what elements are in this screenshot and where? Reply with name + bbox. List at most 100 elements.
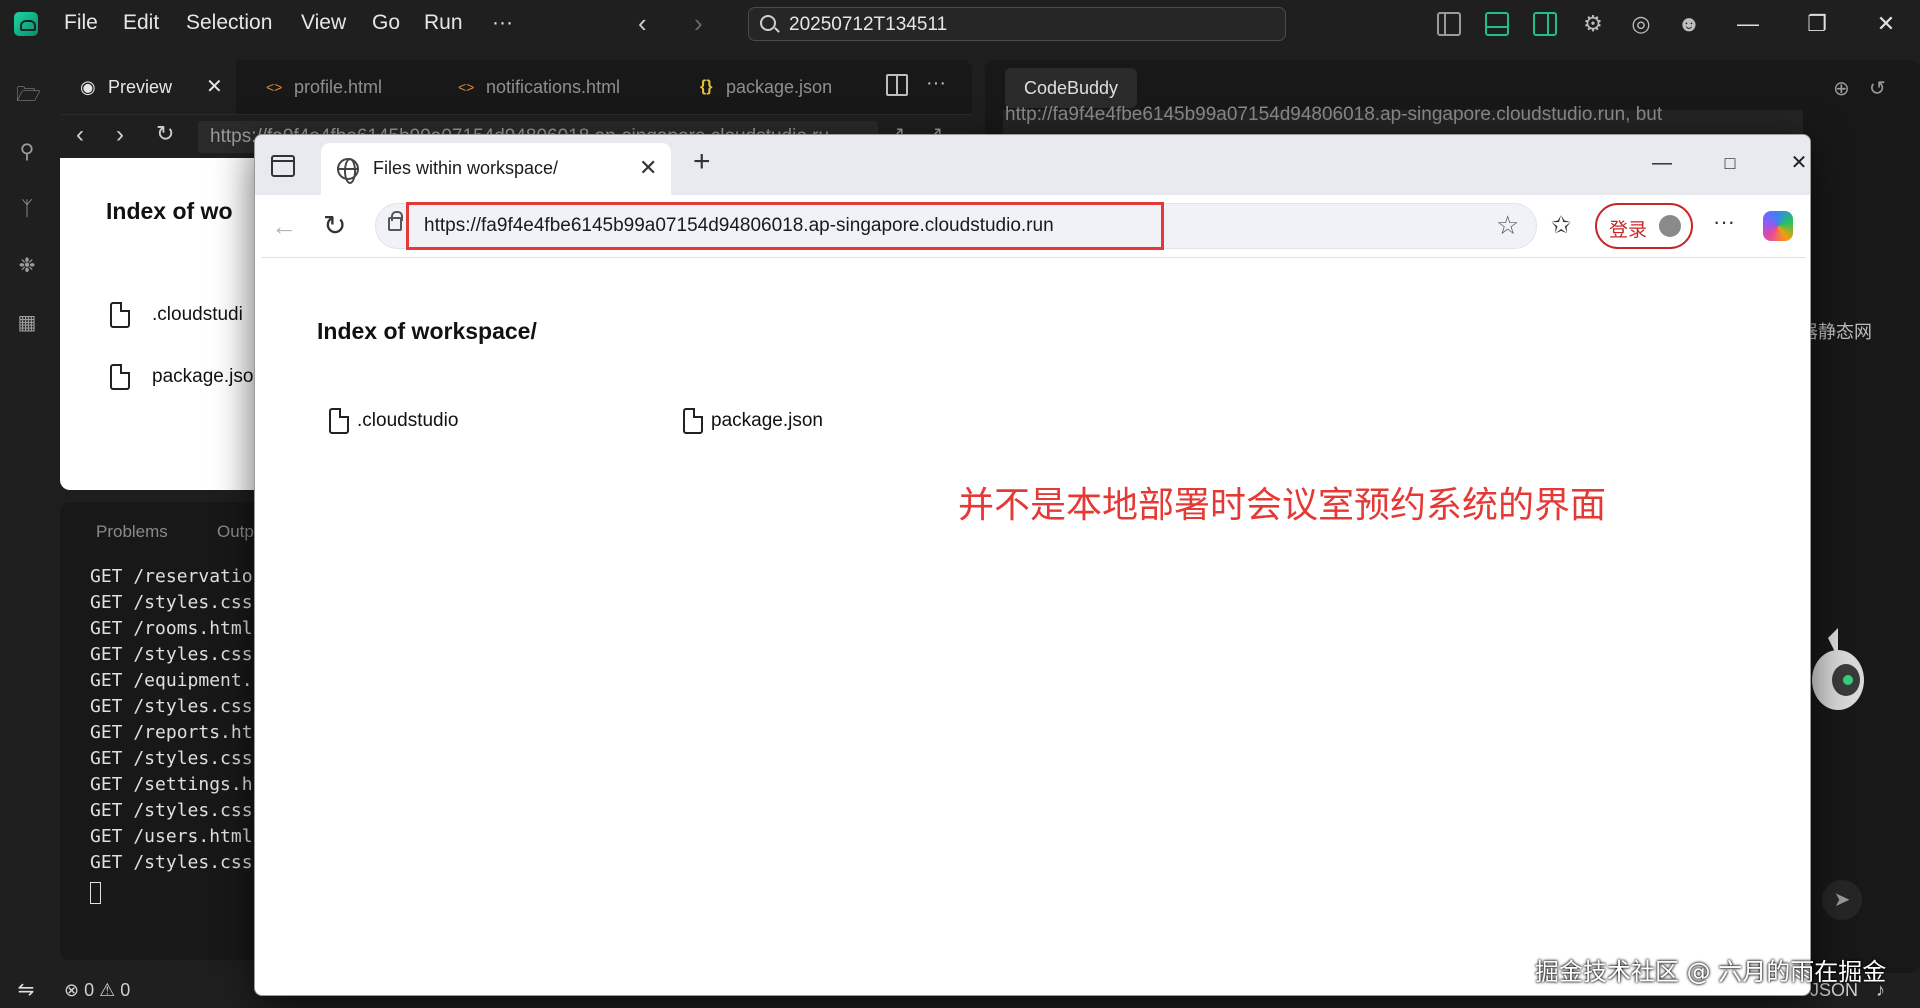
address-bar-url: https://fa9f4e4fbe6145b99a07154d94806018…: [424, 215, 1054, 236]
search-icon: [760, 15, 776, 31]
file-icon: [683, 408, 703, 434]
terminal-line: GET /users.html: [90, 826, 253, 847]
browser-tab-title: Files within workspace/: [373, 158, 559, 178]
watermark: 掘金技术社区 @ 六月的雨在掘金: [1535, 958, 1887, 986]
terminal-line: GET /styles.css: [90, 800, 253, 821]
minimize-icon[interactable]: —: [1728, 6, 1768, 42]
chat-message-text: http://fa9f4e4fbe6145b99a07154d94806018.…: [1005, 104, 1663, 125]
gear-icon[interactable]: ⚙: [1581, 12, 1605, 36]
braces-icon: {}: [700, 78, 713, 95]
menu-edit[interactable]: Edit: [123, 11, 159, 35]
search-icon[interactable]: ⚲: [16, 141, 38, 163]
split-editor-icon[interactable]: [886, 74, 908, 96]
command-search-box[interactable]: 20250712T134511: [748, 7, 1286, 41]
toggle-panel-icon[interactable]: [1485, 12, 1509, 36]
file-icon: [110, 302, 130, 328]
tab-profile-html[interactable]: <> profile.html: [266, 60, 426, 114]
nav-back-icon[interactable]: ‹: [638, 8, 647, 39]
history-icon[interactable]: ↺: [1869, 76, 1886, 101]
login-button[interactable]: 登录: [1595, 203, 1693, 249]
browser-close-icon[interactable]: ✕: [1776, 143, 1810, 183]
tab-preview[interactable]: ◉ Preview ✕: [60, 60, 236, 114]
lock-icon[interactable]: [388, 211, 403, 231]
copilot-icon[interactable]: [1763, 211, 1793, 241]
new-tab-icon[interactable]: +: [693, 147, 711, 177]
favorites-icon[interactable]: ✩: [1551, 211, 1571, 240]
command-search-text: 20250712T134511: [789, 14, 948, 35]
browser-window: Files within workspace/ ✕ + — □ ✕ ← ↻ ht…: [254, 134, 1811, 996]
eye-icon: ◉: [80, 77, 96, 97]
globe-icon: [337, 158, 359, 184]
account-icon[interactable]: ☻: [1677, 12, 1701, 36]
terminal-line: GET /styles.css: [90, 696, 253, 717]
status-problems[interactable]: ⊗ 0 ⚠ 0: [64, 980, 130, 1001]
activity-bar: 🗁 ⚲ ᛉ ❉ ▦: [0, 48, 52, 973]
tab-output[interactable]: Outp: [217, 522, 254, 542]
menu-run[interactable]: Run: [424, 11, 463, 35]
source-control-icon[interactable]: ᛉ: [16, 198, 38, 220]
star-icon[interactable]: ☆: [1496, 210, 1519, 241]
nav-forward-icon[interactable]: ›: [694, 8, 703, 39]
terminal-cursor: [90, 882, 101, 904]
tab-package-label: package.json: [726, 77, 833, 97]
browser-icon[interactable]: ◎: [1629, 12, 1653, 36]
menu-go[interactable]: Go: [372, 11, 400, 35]
terminal-line: GET /styles.css: [90, 852, 253, 873]
toggle-primary-sidebar-icon[interactable]: [1437, 12, 1461, 36]
browser-toolbar: ← ↻ https://fa9f4e4fbe6145b99a07154d9480…: [255, 195, 1810, 257]
login-label: 登录: [1609, 220, 1648, 241]
browser-tab[interactable]: Files within workspace/ ✕: [321, 143, 671, 195]
preview-file-package-json[interactable]: package.jso: [152, 366, 253, 388]
browser-reload-icon[interactable]: ↻: [323, 209, 346, 242]
new-chat-icon[interactable]: ⊕: [1833, 76, 1850, 101]
menu-more[interactable]: ···: [492, 11, 513, 35]
address-bar[interactable]: https://fa9f4e4fbe6145b99a07154d94806018…: [375, 202, 1537, 250]
preview-file-cloudstudio[interactable]: .cloudstudi: [152, 304, 243, 326]
app-logo-icon: [14, 12, 38, 36]
code-icon: <>: [266, 79, 283, 95]
file-icon: [329, 408, 349, 434]
extensions-icon[interactable]: ▦: [16, 312, 38, 334]
explorer-icon[interactable]: 🗁: [16, 84, 41, 106]
terminal-line: GET /styles.css: [90, 592, 253, 613]
tab-notifications-label: notifications.html: [486, 77, 621, 97]
preview-forward-icon[interactable]: ›: [116, 121, 124, 149]
remote-indicator-icon[interactable]: ⇋: [0, 973, 52, 1008]
tab-actions-icon[interactable]: [271, 155, 295, 177]
preview-back-icon[interactable]: ‹: [76, 121, 84, 149]
tab-notifications-html[interactable]: <> notifications.html: [458, 60, 658, 114]
browser-maximize-icon[interactable]: □: [1707, 143, 1753, 183]
send-message-icon[interactable]: ➤: [1822, 880, 1862, 920]
page-title: Index of workspace/: [317, 318, 537, 344]
browser-back-icon[interactable]: ←: [271, 211, 297, 242]
tab-problems[interactable]: Problems: [96, 522, 168, 542]
annotation-text: 并不是本地部署时会议室预约系统的界面: [958, 485, 1607, 526]
terminal-line: GET /rooms.html: [90, 618, 253, 639]
preview-page-title: Index of wo: [106, 198, 233, 224]
browser-page: Index of workspace/ .cloudstudio package…: [261, 257, 1806, 991]
close-icon[interactable]: ✕: [1866, 6, 1906, 42]
tab-close-icon[interactable]: ✕: [206, 60, 223, 114]
debug-icon[interactable]: ❉: [16, 255, 38, 277]
assistant-robot-icon: [1812, 628, 1864, 710]
tab-codebuddy[interactable]: CodeBuddy: [1005, 68, 1137, 108]
menu-view[interactable]: View: [301, 11, 346, 35]
more-actions-icon[interactable]: ···: [926, 72, 946, 95]
tab-profile-label: profile.html: [294, 77, 383, 97]
menu-selection[interactable]: Selection: [186, 11, 272, 35]
menu-file[interactable]: File: [64, 11, 98, 35]
toggle-secondary-sidebar-icon[interactable]: [1533, 12, 1557, 36]
file-link-cloudstudio[interactable]: .cloudstudio: [357, 410, 458, 432]
terminal-line: GET /reports.ht: [90, 722, 253, 743]
terminal-line: GET /reservatio: [90, 566, 253, 587]
more-options-icon[interactable]: ···: [1713, 209, 1735, 235]
terminal-line: GET /equipment.: [90, 670, 253, 691]
avatar-icon: [1659, 215, 1681, 237]
preview-reload-icon[interactable]: ↻: [156, 121, 174, 147]
tab-package-json[interactable]: {} package.json: [700, 60, 860, 114]
file-link-package-json[interactable]: package.json: [711, 410, 823, 432]
restore-icon[interactable]: ❐: [1797, 6, 1837, 42]
browser-minimize-icon[interactable]: —: [1639, 143, 1685, 183]
tab-close-icon[interactable]: ✕: [639, 155, 657, 181]
browser-tab-strip: Files within workspace/ ✕ + — □ ✕: [255, 135, 1810, 195]
